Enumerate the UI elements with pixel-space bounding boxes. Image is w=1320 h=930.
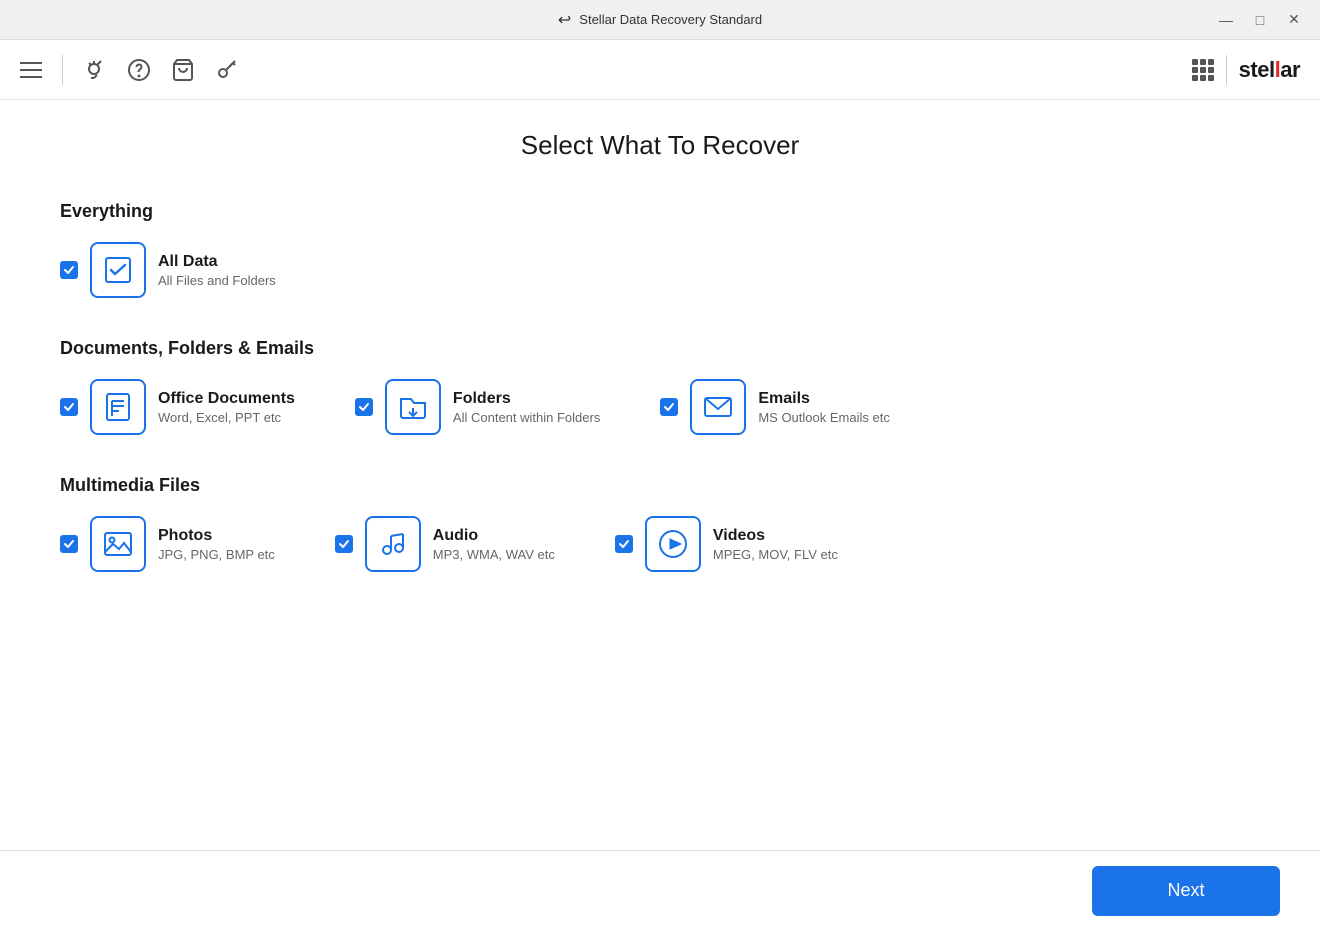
documents-section: Documents, Folders & Emails xyxy=(60,338,1260,435)
folders-label: Folders xyxy=(453,390,600,408)
audio-checkbox[interactable] xyxy=(335,535,353,553)
all-data-description: All Files and Folders xyxy=(158,273,276,288)
title-bar: ↩ Stellar Data Recovery Standard — □ ✕ xyxy=(0,0,1320,40)
office-docs-text: Office Documents Word, Excel, PPT etc xyxy=(158,390,295,425)
back-arrow-icon: ↩ xyxy=(558,10,571,30)
menu-icon[interactable] xyxy=(20,62,42,78)
page-title: Select What To Recover xyxy=(60,130,1260,161)
toolbar-left xyxy=(20,55,239,85)
multimedia-section-title: Multimedia Files xyxy=(60,475,1260,496)
emails-option[interactable]: Emails MS Outlook Emails etc xyxy=(660,379,890,435)
maximize-button[interactable]: □ xyxy=(1246,6,1274,34)
emails-label: Emails xyxy=(758,390,890,408)
everything-section: Everything All Data All Files and Folder… xyxy=(60,201,1260,298)
everything-section-title: Everything xyxy=(60,201,1260,222)
window-title: ↩ Stellar Data Recovery Standard xyxy=(558,10,762,30)
toolbar-right: stellar xyxy=(1192,55,1300,85)
audio-icon xyxy=(365,516,421,572)
stellar-logo: stellar xyxy=(1239,57,1300,83)
emails-checkbox[interactable] xyxy=(660,398,678,416)
diagnostic-icon[interactable] xyxy=(83,58,107,82)
photos-icon xyxy=(90,516,146,572)
main-content: Select What To Recover Everything All Da… xyxy=(0,100,1320,850)
office-docs-option[interactable]: Office Documents Word, Excel, PPT etc xyxy=(60,379,295,435)
minimize-button[interactable]: — xyxy=(1212,6,1240,34)
audio-option[interactable]: Audio MP3, WMA, WAV etc xyxy=(335,516,555,572)
office-docs-label: Office Documents xyxy=(158,390,295,408)
window-controls[interactable]: — □ ✕ xyxy=(1212,6,1308,34)
videos-icon xyxy=(645,516,701,572)
toolbar-divider-right xyxy=(1226,55,1227,85)
cart-icon[interactable] xyxy=(171,58,195,82)
close-button[interactable]: ✕ xyxy=(1280,6,1308,34)
folders-option[interactable]: Folders All Content within Folders xyxy=(355,379,600,435)
all-data-icon xyxy=(90,242,146,298)
multimedia-section: Multimedia Files Photos xyxy=(60,475,1260,572)
photos-description: JPG, PNG, BMP etc xyxy=(158,547,275,562)
emails-icon xyxy=(690,379,746,435)
documents-section-title: Documents, Folders & Emails xyxy=(60,338,1260,359)
photos-label: Photos xyxy=(158,527,275,545)
videos-description: MPEG, MOV, FLV etc xyxy=(713,547,838,562)
folders-checkbox[interactable] xyxy=(355,398,373,416)
documents-items-grid: Office Documents Word, Excel, PPT etc xyxy=(60,379,1260,435)
videos-text: Videos MPEG, MOV, FLV etc xyxy=(713,527,838,562)
multimedia-items-grid: Photos JPG, PNG, BMP etc xyxy=(60,516,1260,572)
emails-description: MS Outlook Emails etc xyxy=(758,410,890,425)
all-data-label: All Data xyxy=(158,253,276,271)
help-icon[interactable] xyxy=(127,58,151,82)
emails-text: Emails MS Outlook Emails etc xyxy=(758,390,890,425)
office-docs-checkbox[interactable] xyxy=(60,398,78,416)
office-docs-icon xyxy=(90,379,146,435)
photos-text: Photos JPG, PNG, BMP etc xyxy=(158,527,275,562)
office-docs-description: Word, Excel, PPT etc xyxy=(158,410,295,425)
all-data-text: All Data All Files and Folders xyxy=(158,253,276,288)
audio-text: Audio MP3, WMA, WAV etc xyxy=(433,527,555,562)
audio-label: Audio xyxy=(433,527,555,545)
next-button[interactable]: Next xyxy=(1092,866,1280,916)
photos-option[interactable]: Photos JPG, PNG, BMP etc xyxy=(60,516,275,572)
folders-description: All Content within Folders xyxy=(453,410,600,425)
all-data-checkbox[interactable] xyxy=(60,261,78,279)
videos-label: Videos xyxy=(713,527,838,545)
apps-grid-icon[interactable] xyxy=(1192,59,1214,81)
toolbar: stellar xyxy=(0,40,1320,100)
footer: Next xyxy=(0,850,1320,930)
all-data-option[interactable]: All Data All Files and Folders xyxy=(60,242,1260,298)
audio-description: MP3, WMA, WAV etc xyxy=(433,547,555,562)
videos-option[interactable]: Videos MPEG, MOV, FLV etc xyxy=(615,516,838,572)
key-icon[interactable] xyxy=(215,58,239,82)
folders-text: Folders All Content within Folders xyxy=(453,390,600,425)
photos-checkbox[interactable] xyxy=(60,535,78,553)
videos-checkbox[interactable] xyxy=(615,535,633,553)
toolbar-divider xyxy=(62,55,63,85)
folders-icon xyxy=(385,379,441,435)
